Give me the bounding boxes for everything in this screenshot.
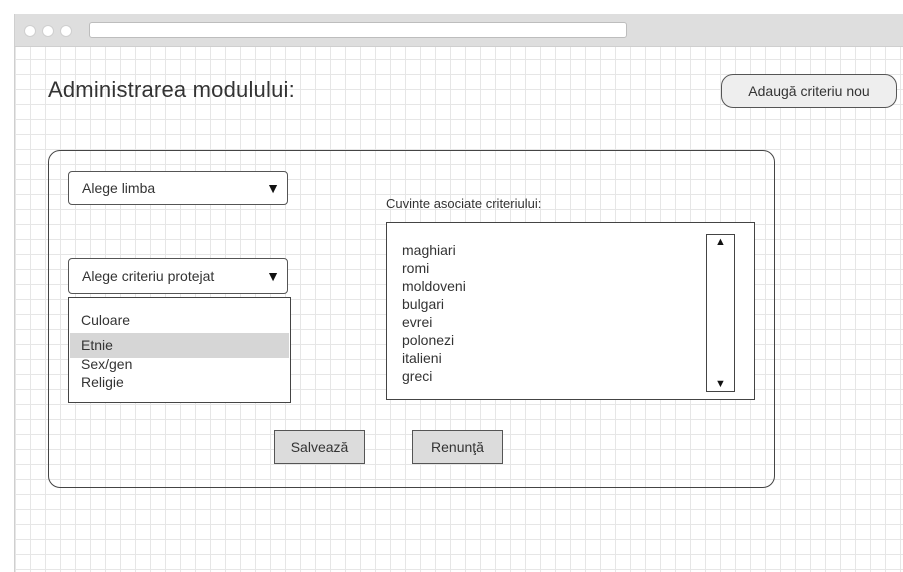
page-title: Administrarea modulului:: [48, 77, 295, 102]
window-control-dot-2[interactable]: [42, 25, 54, 37]
browser-window: Administrarea modulului: Adaugă criteriu…: [14, 14, 903, 572]
cancel-button[interactable]: Renunţă: [412, 430, 503, 464]
save-button[interactable]: Salvează: [274, 430, 365, 464]
words-label: Cuvinte asociate criteriului:: [386, 196, 542, 211]
chevron-down-icon: ▼: [266, 268, 280, 284]
scroll-up-arrow-icon[interactable]: ▲: [707, 236, 734, 248]
words-scrollbar[interactable]: ▲ ▼: [706, 234, 735, 392]
protected-criterion-select[interactable]: Alege criteriu protejat ▼: [68, 258, 288, 294]
browser-titlebar: [15, 14, 903, 47]
language-select[interactable]: Alege limba ▼: [68, 171, 288, 205]
option-religie[interactable]: Religie: [70, 373, 289, 397]
word-item: bulgari: [402, 296, 445, 312]
scroll-down-arrow-icon[interactable]: ▼: [707, 378, 734, 390]
word-item: maghiari: [402, 242, 456, 258]
language-select-value: Alege limba: [82, 180, 156, 196]
chevron-down-icon: ▼: [266, 180, 280, 196]
criterion-select-value: Alege criteriu protejat: [82, 268, 215, 284]
word-item: moldoveni: [402, 278, 466, 294]
window-control-dot-1[interactable]: [24, 25, 36, 37]
option-culoare[interactable]: Culoare: [70, 308, 289, 332]
address-bar[interactable]: [89, 22, 627, 38]
associated-words-list[interactable]: maghiari romi moldoveni bulgari evrei po…: [386, 222, 755, 400]
word-item: evrei: [402, 314, 433, 330]
word-item: polonezi: [402, 332, 455, 348]
window-control-dot-3[interactable]: [60, 25, 72, 37]
word-item: romi: [402, 260, 430, 276]
add-criterion-button[interactable]: Adaugă criteriu nou: [721, 74, 897, 108]
word-item: greci: [402, 368, 433, 384]
criterion-options-list[interactable]: Culoare Etnie Sex/gen Religie: [68, 297, 291, 403]
word-item: italieni: [402, 350, 442, 366]
